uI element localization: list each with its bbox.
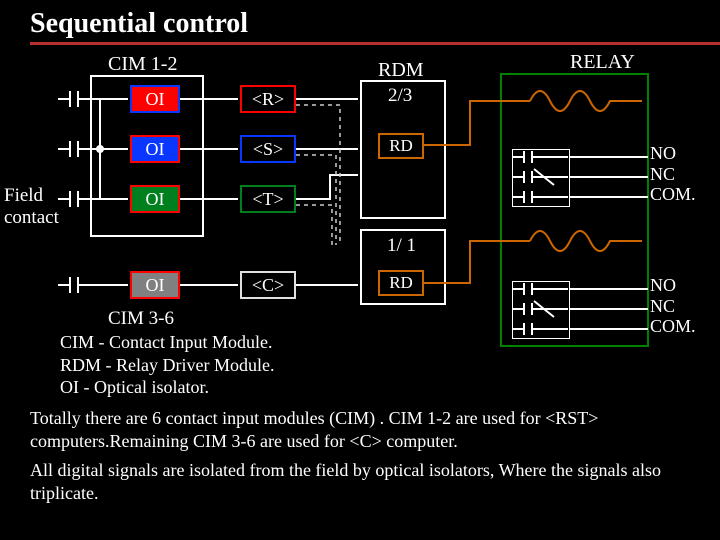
para-1: Totally there are 6 contact input module… <box>30 407 700 452</box>
diagram-stage: Fieldcontact CIM 1-2 OI OI OI <R> <S> <T… <box>0 45 720 535</box>
page-title: Sequential control <box>0 0 720 40</box>
wiring-svg <box>0 45 720 375</box>
para-2: All digital signals are isolated from th… <box>30 459 700 504</box>
legend: CIM - Contact Input Module. RDM - Relay … <box>60 331 274 399</box>
